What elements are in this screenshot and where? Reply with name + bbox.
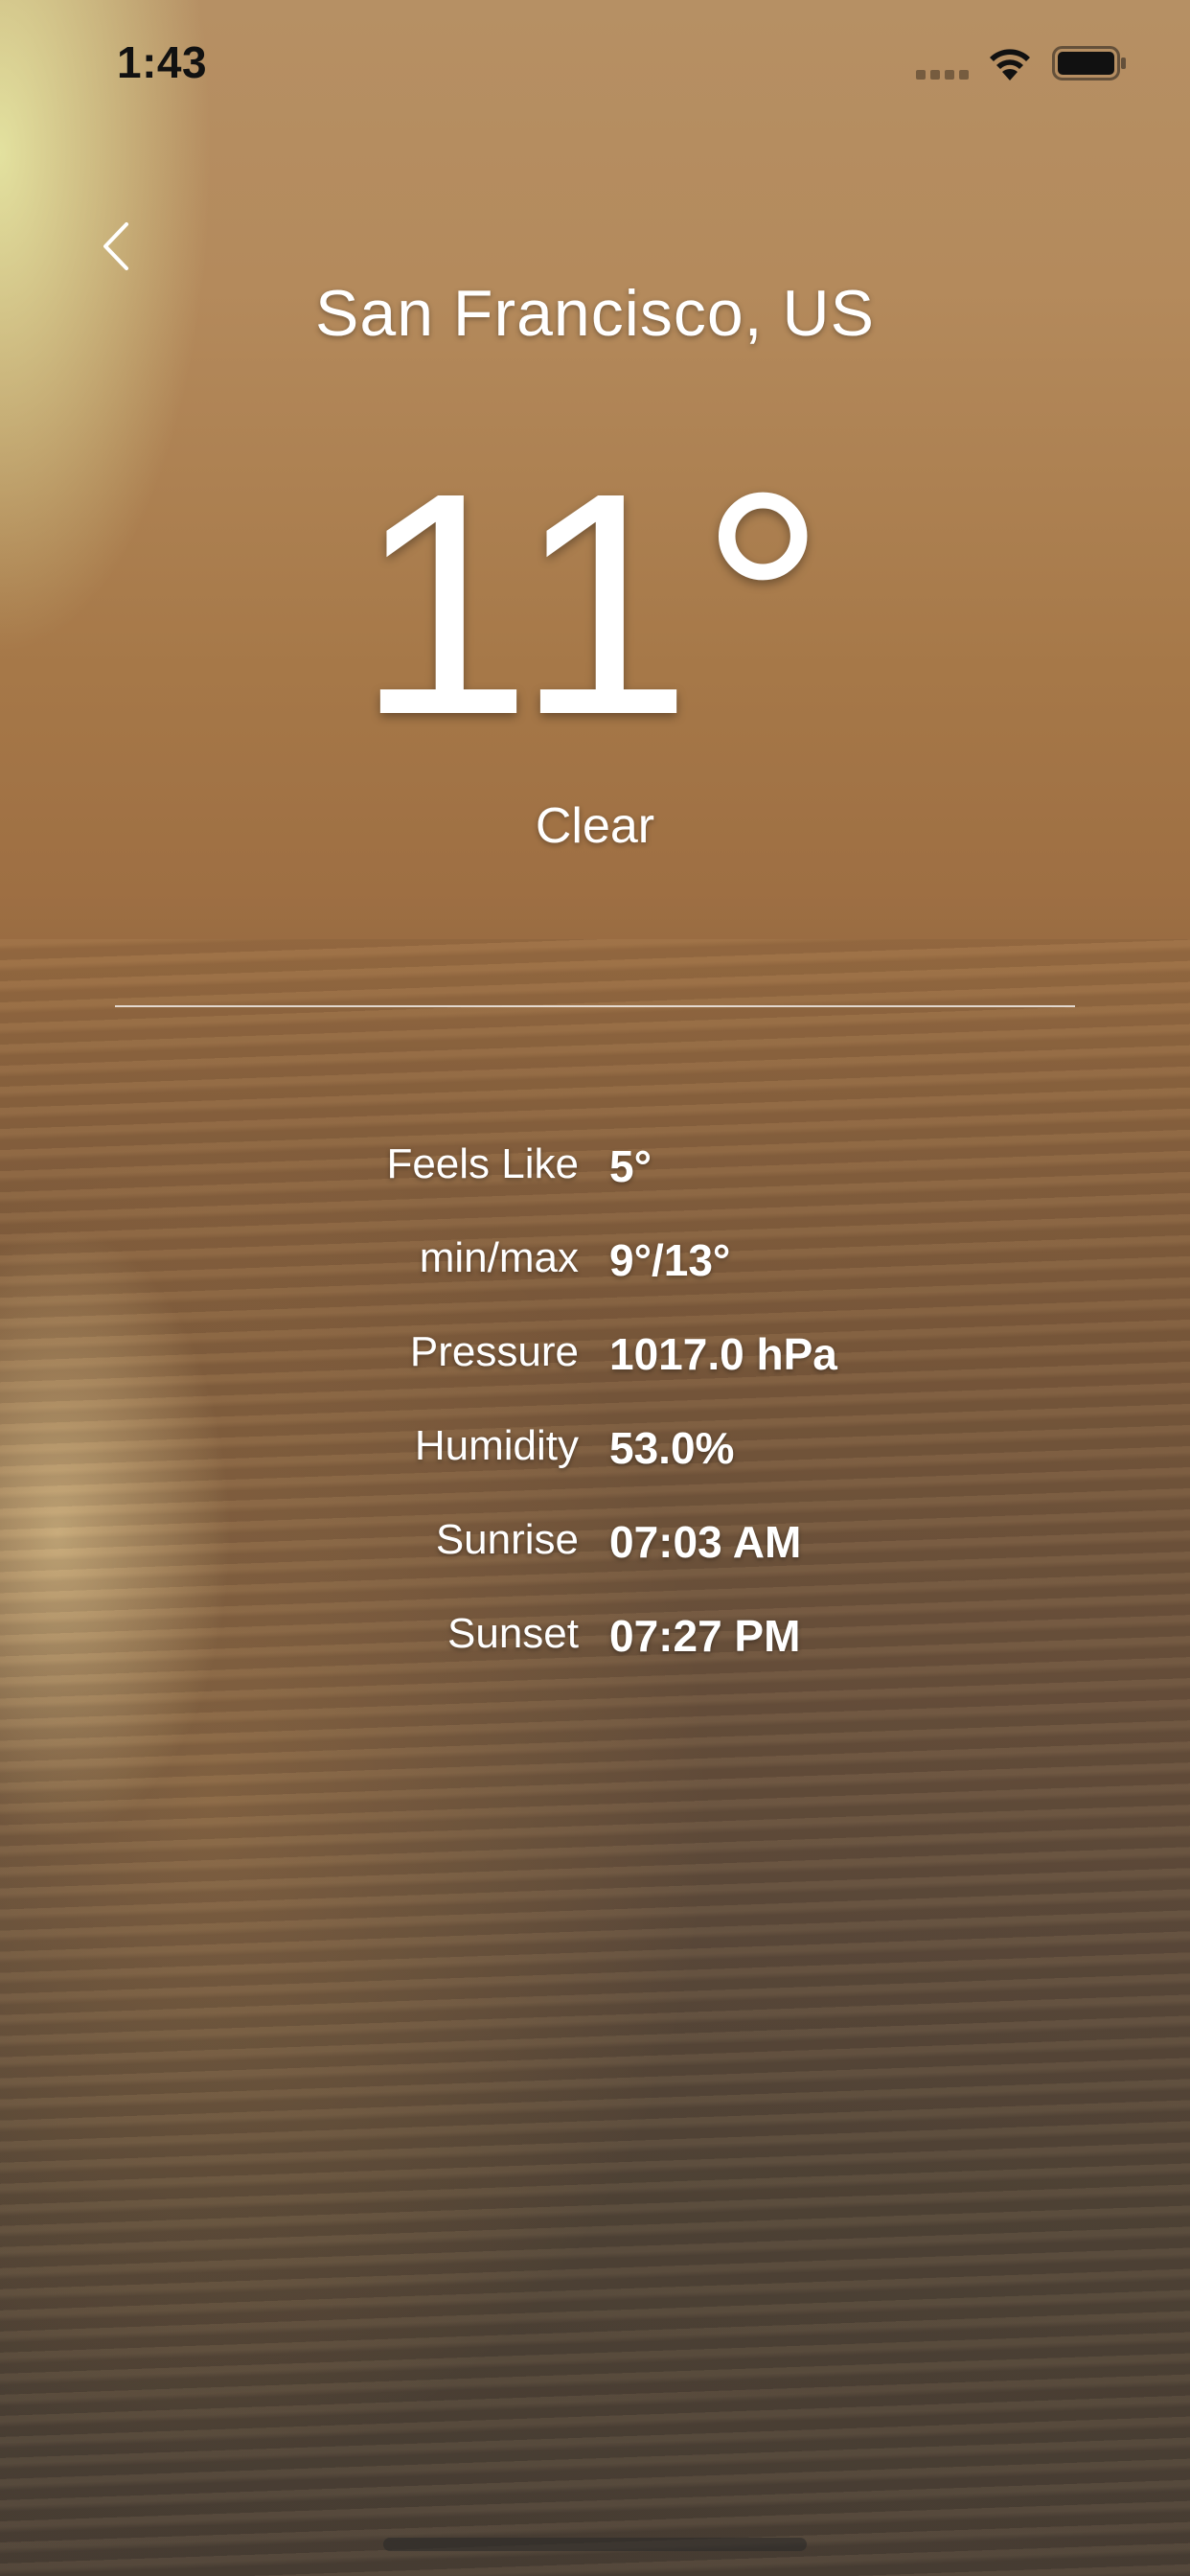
chevron-left-icon — [103, 222, 128, 270]
detail-row-humidity: Humidity 53.0% — [0, 1422, 1190, 1499]
detail-row-pressure: Pressure 1017.0 hPa — [0, 1328, 1190, 1405]
detail-label: Pressure — [409, 1328, 579, 1375]
detail-value: 07:03 AM — [609, 1517, 802, 1567]
detail-value: 9°/13° — [609, 1235, 731, 1285]
detail-value: 53.0% — [609, 1423, 735, 1473]
weather-condition: Clear — [535, 798, 655, 854]
detail-value: 1017.0 hPa — [609, 1329, 837, 1379]
detail-row-sunset: Sunset 07:27 PM — [0, 1610, 1190, 1687]
back-button[interactable] — [92, 213, 144, 280]
weather-detail-screen: 1:43 San Francisco, US 11° Clear Feels L… — [0, 0, 1190, 2576]
detail-row-feels-like: Feels Like 5° — [0, 1140, 1190, 1217]
detail-label: Feels Like — [386, 1140, 579, 1187]
detail-row-min-max: min/max 9°/13° — [0, 1234, 1190, 1311]
detail-row-sunrise: Sunrise 07:03 AM — [0, 1516, 1190, 1593]
divider — [115, 1005, 1075, 1007]
battery-icon — [1052, 46, 1126, 80]
detail-label: Sunset — [447, 1610, 579, 1657]
detail-label: Humidity — [414, 1422, 579, 1469]
status-time: 1:43 — [117, 37, 208, 87]
home-indicator[interactable] — [383, 2538, 807, 2551]
detail-value: 5° — [609, 1141, 652, 1191]
detail-label: Sunrise — [435, 1516, 579, 1563]
city-name: San Francisco, US — [315, 277, 875, 350]
wifi-icon — [990, 49, 1030, 80]
detail-label: min/max — [419, 1234, 579, 1281]
signal-icon — [916, 70, 969, 80]
detail-value: 07:27 PM — [609, 1611, 801, 1661]
current-temperature: 11° — [355, 426, 835, 780]
status-bar: 1:43 — [0, 0, 1190, 129]
